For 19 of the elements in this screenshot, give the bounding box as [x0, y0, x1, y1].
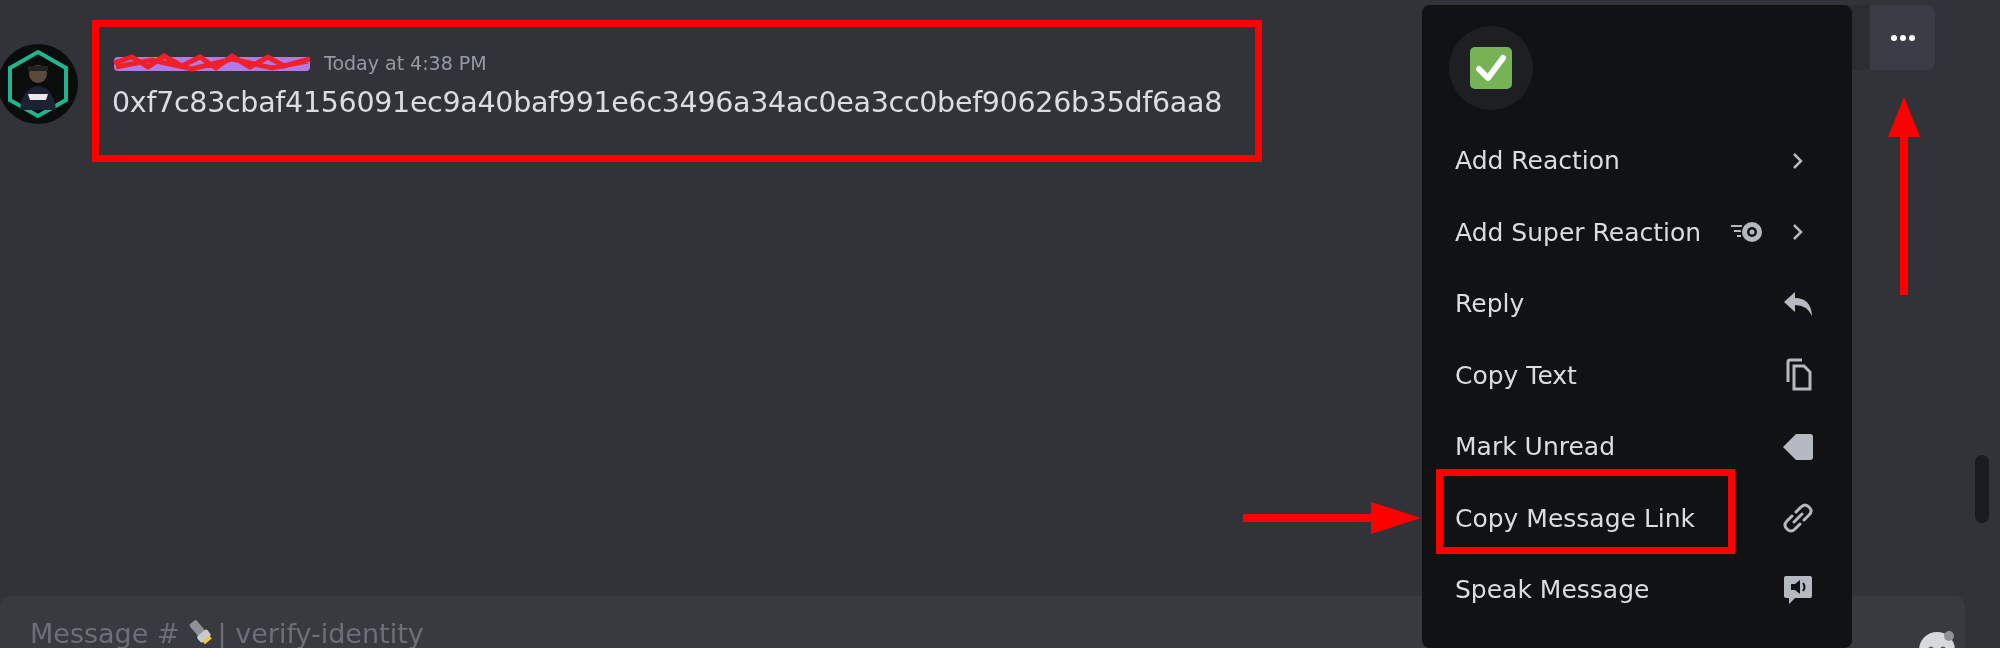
message-text: 0xf7c83cbaf4156091ec9a40baf991e6c3496a34ac0ea3cc0bef90626b35df6aa8 [112, 86, 1222, 119]
menu-item[interactable]: Reply [1422, 268, 1852, 340]
menu-item[interactable]: Copy Text [1422, 339, 1852, 411]
menu-item[interactable]: Add Reaction [1422, 125, 1852, 197]
copy-icon [1784, 358, 1812, 393]
reply-icon [1783, 289, 1813, 318]
more-icon [1890, 34, 1915, 41]
menu-item[interactable]: Copy Message Link [1422, 482, 1852, 554]
speaker-icon [1783, 573, 1813, 606]
menu-item[interactable]: Add Super Reaction [1422, 196, 1852, 268]
placeholder-text: Message # [30, 618, 180, 648]
more-button[interactable] [1870, 5, 1935, 70]
timestamp: Today at 4:38 PM [324, 52, 487, 74]
tag-icon [1782, 431, 1814, 462]
link-icon [1783, 503, 1813, 534]
menu-item[interactable]: Mark Unread [1422, 411, 1852, 483]
checkmark-icon [1470, 47, 1512, 89]
chevron-icon [1791, 150, 1805, 171]
scrollbar[interactable] [1975, 455, 1989, 523]
